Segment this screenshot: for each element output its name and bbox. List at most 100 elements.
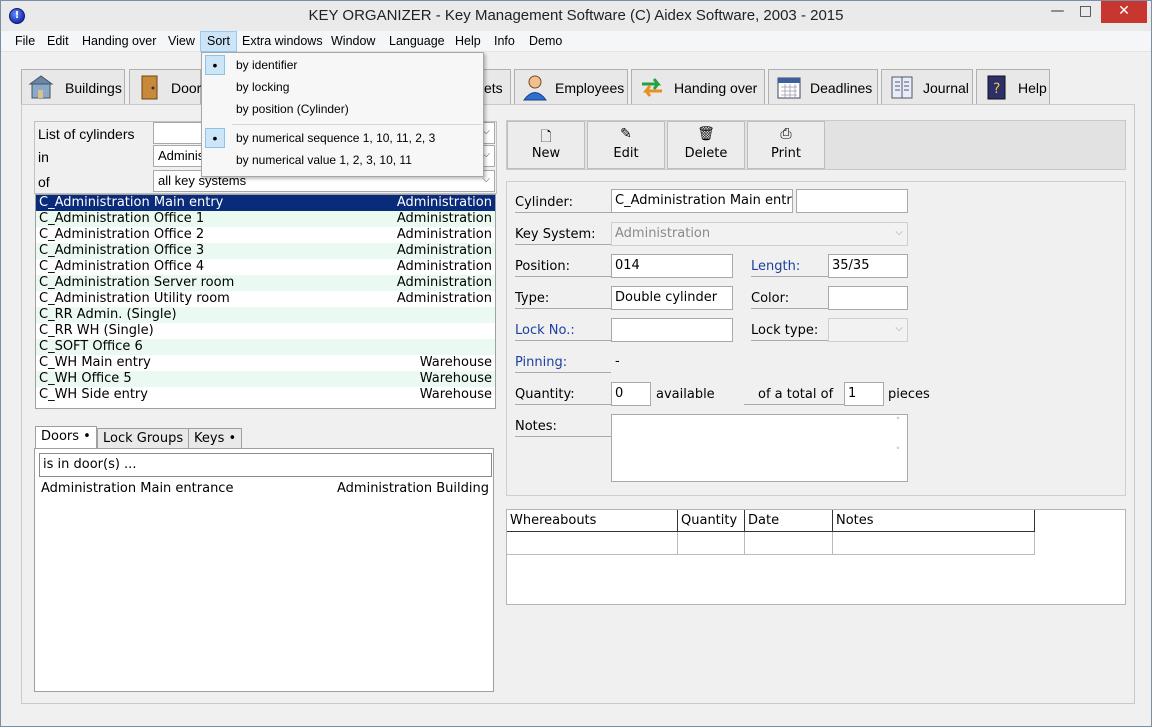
menu-separator [232,124,482,125]
type-label: Type: [515,291,611,309]
maximize-button[interactable]: □ [1072,1,1099,23]
menu-help[interactable]: Help [449,31,487,52]
list-item[interactable]: C_RR Admin. (Single) [36,307,495,323]
employee-icon [523,75,547,101]
app-window: ! KEY ORGANIZER - Key Management Softwar… [0,0,1152,727]
cylinder-field[interactable]: C_Administration Main entry [611,189,793,213]
building-icon [28,75,54,99]
menu-handing-over[interactable]: Handing over [76,31,162,52]
position-field[interactable]: 014 [611,254,733,278]
radio-dot-icon: • [205,55,225,75]
calendar-icon [777,77,801,99]
list-item[interactable]: C_Administration Server room Administrati… [36,275,495,291]
table-cell[interactable] [833,532,1035,555]
sort-by-locking[interactable]: by locking [202,76,483,98]
column-header[interactable]: Date [745,510,833,532]
lock-type-select: ⌵ [828,318,908,342]
edit-button[interactable]: ✎ Edit [587,121,665,169]
chevron-down-icon: ⌵ [895,323,903,334]
menu-info[interactable]: Info [488,31,521,52]
tab-help[interactable]: ? Help [976,69,1050,105]
quantity-field[interactable]: 0 [611,382,651,406]
close-button[interactable]: ✕ [1101,1,1147,23]
list-item[interactable]: C_Administration Main entry Administratio… [36,195,495,211]
total-label: of a total of [744,387,844,405]
subtab-doors[interactable]: Doors • [35,426,97,448]
lock-no-label[interactable]: Lock No.: [515,323,611,341]
available-text: available [656,387,715,402]
total-field[interactable]: 1 [844,382,884,406]
quantity-label: Quantity: [515,387,611,405]
length-label[interactable]: Length: [751,259,828,277]
table-cell[interactable] [507,532,678,555]
sort-by-numerical-value[interactable]: by numerical value 1, 2, 3, 10, 11 [202,149,483,171]
minimize-button[interactable]: — [1044,1,1071,23]
menu-sort[interactable]: Sort [200,31,237,52]
list-item[interactable]: C_SOFT Office 6 [36,339,495,355]
doors-panel: is in door(s) ... Administration Main en… [34,448,494,692]
pinning-value: - [615,354,620,369]
pinning-label[interactable]: Pinning: [515,355,611,373]
list-item[interactable]: C_WH Side entry Warehouse [36,387,495,403]
svg-text:?: ? [993,81,1000,97]
new-button[interactable]: 🗋 New [507,121,585,169]
menu-extra-windows[interactable]: Extra windows [236,31,329,52]
tab-handing-over[interactable]: Handing over [631,69,765,105]
menu-bar: File Edit Handing over View Sort Extra w… [1,31,1151,52]
menu-view[interactable]: View [162,31,201,52]
list-item[interactable]: C_Administration Office 3 Administration [36,243,495,259]
column-header[interactable]: Quantity [678,510,745,532]
sort-by-identifier[interactable]: • by identifier [202,54,483,76]
list-item[interactable]: C_Administration Office 2 Administration [36,227,495,243]
subtab-lock-groups[interactable]: Lock Groups [97,428,190,449]
sort-by-numerical-sequence[interactable]: • by numerical sequence 1, 10, 11, 2, 3 [202,127,483,149]
tab-deadlines[interactable]: Deadlines [768,69,878,105]
table-cell[interactable] [678,532,745,555]
lock-type-label: Lock type: [751,323,828,341]
notes-label: Notes: [515,419,611,437]
menu-language[interactable]: Language [383,31,451,52]
notes-textarea[interactable] [611,414,908,482]
door-building[interactable]: Administration Building [337,481,489,496]
trash-icon: 🗑 [697,126,715,142]
menu-demo[interactable]: Demo [523,31,568,52]
list-item[interactable]: C_Administration Utility room Administrat… [36,291,495,307]
cylinder-list[interactable]: C_Administration Main entry Administratio… [35,194,496,409]
cylinder-label: Cylinder: [515,195,611,213]
tab-doors[interactable]: Doors [129,69,208,105]
new-document-icon: 🗋 [540,129,552,145]
column-header[interactable]: Whereabouts [507,510,678,532]
notes-scrollbar[interactable]: ˄ ˅ [890,417,906,479]
subtab-keys[interactable]: Keys • [188,428,243,449]
cylinder-extra-field[interactable] [796,189,908,213]
radio-dot-icon: • [205,128,225,148]
menu-file[interactable]: File [9,31,41,52]
pieces-text: pieces [888,387,930,402]
menu-edit[interactable]: Edit [41,31,75,52]
key-system-select: Administration ⌵ [611,222,908,246]
length-field[interactable]: 35/35 [828,254,908,278]
list-item[interactable]: C_WH Office 5 Warehouse [36,371,495,387]
lock-no-field[interactable] [611,318,733,342]
list-item[interactable]: C_WH Main entry Warehouse [36,355,495,371]
list-item[interactable]: C_RR WH (Single) [36,323,495,339]
sort-by-position[interactable]: by position (Cylinder) [202,98,483,120]
column-header[interactable]: Notes [833,510,1035,532]
tab-buildings[interactable]: Buildings [21,69,125,105]
list-item[interactable]: C_Administration Office 1 Administration [36,211,495,227]
tab-journal[interactable]: Journal [881,69,973,105]
print-button[interactable]: ⎙ Print [747,121,825,169]
tab-keys[interactable]: ets [481,69,511,105]
title-bar: ! KEY ORGANIZER - Key Management Softwar… [1,1,1151,31]
type-field[interactable]: Double cylinder [611,286,733,310]
doors-header: is in door(s) ... [39,453,492,477]
color-field[interactable] [828,286,908,310]
delete-button[interactable]: 🗑 Delete [667,121,745,169]
printer-icon: ⎙ [780,126,792,142]
tab-employees[interactable]: Employees [514,69,628,105]
table-cell[interactable] [745,532,833,555]
list-item[interactable]: C_Administration Office 4 Administration [36,259,495,275]
door-name[interactable]: Administration Main entrance [41,481,233,496]
menu-window[interactable]: Window [325,31,381,52]
whereabouts-table: Whereabouts Quantity Date Notes [506,509,1126,605]
